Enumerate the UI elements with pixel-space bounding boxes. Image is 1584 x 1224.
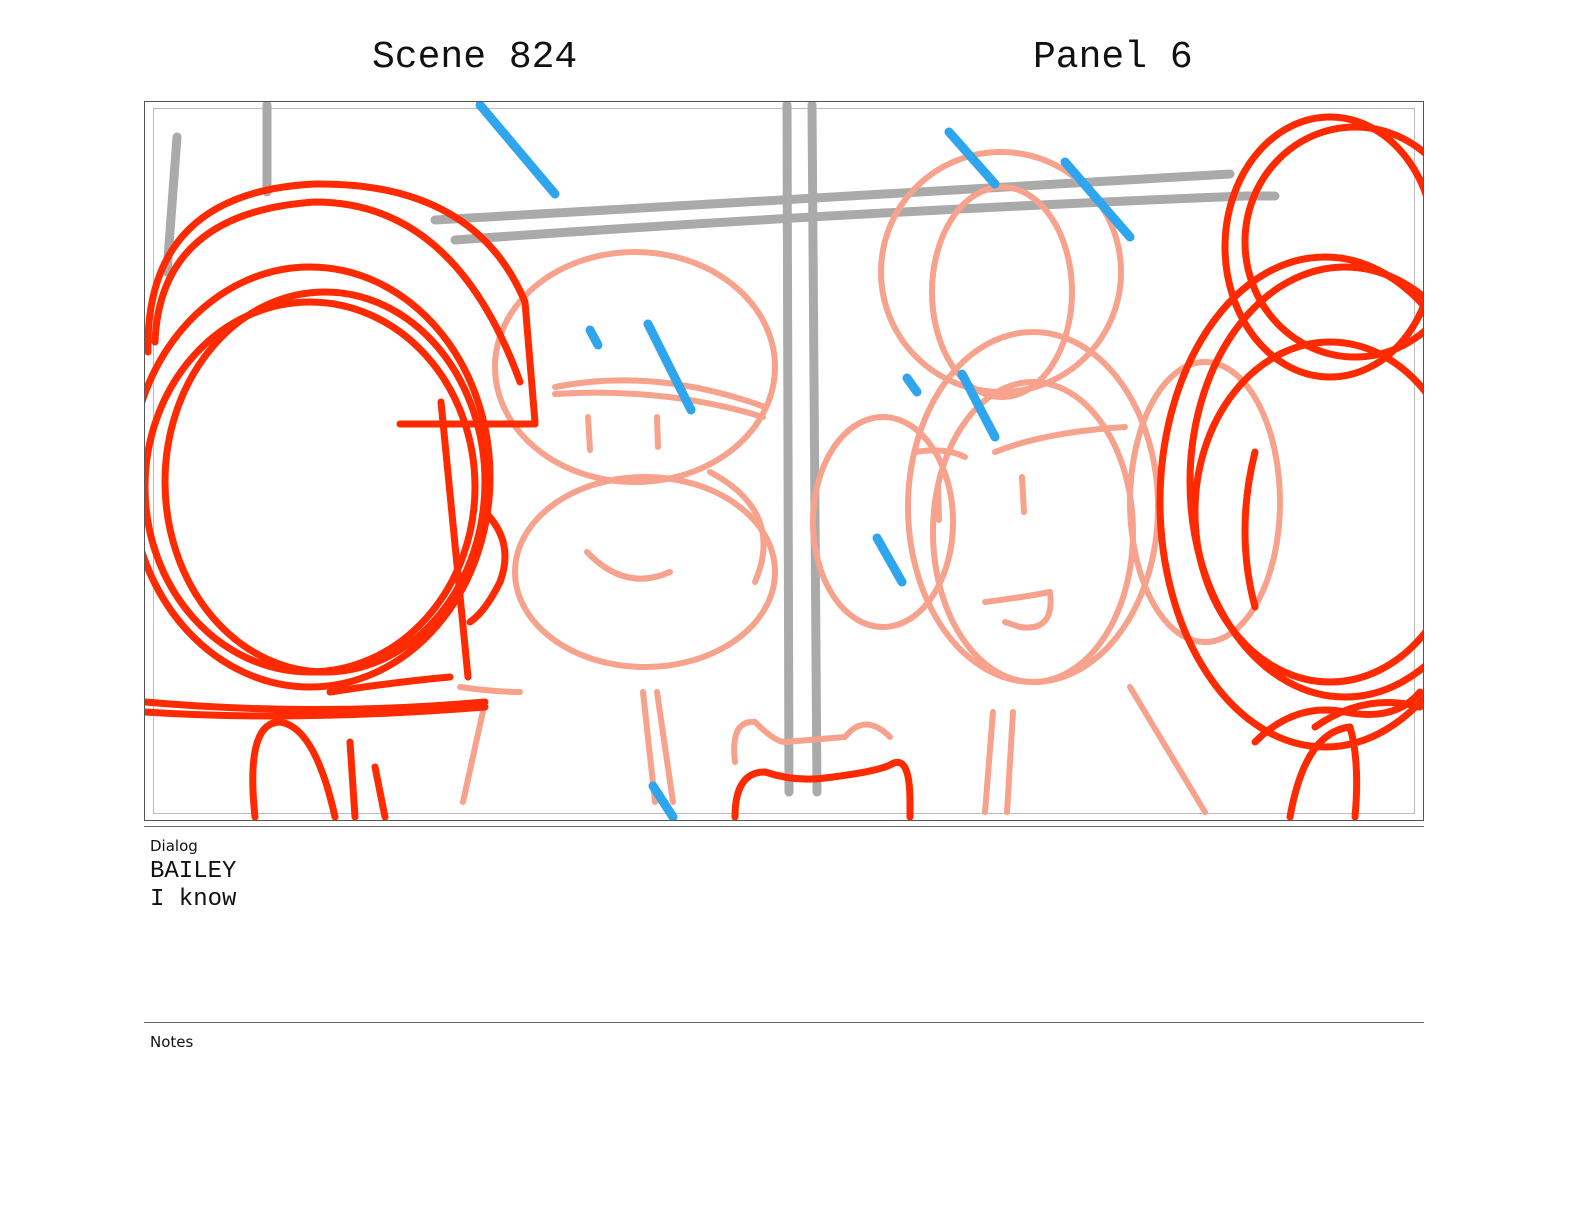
dialog-divider — [144, 826, 1424, 827]
panel-sketch — [145, 102, 1423, 820]
scene-number: Scene 824 — [372, 36, 578, 79]
dialog-character: BAILEY — [150, 858, 237, 885]
notes-divider — [144, 1022, 1424, 1023]
notes-label: Notes — [150, 1033, 194, 1051]
storyboard-panel-frame — [144, 101, 1424, 821]
pink-sketch-figures — [457, 149, 1283, 815]
dialog-label: Dialog — [150, 837, 198, 855]
panel-number: Panel 6 — [1033, 36, 1193, 79]
dialog-line: I know — [150, 886, 237, 913]
